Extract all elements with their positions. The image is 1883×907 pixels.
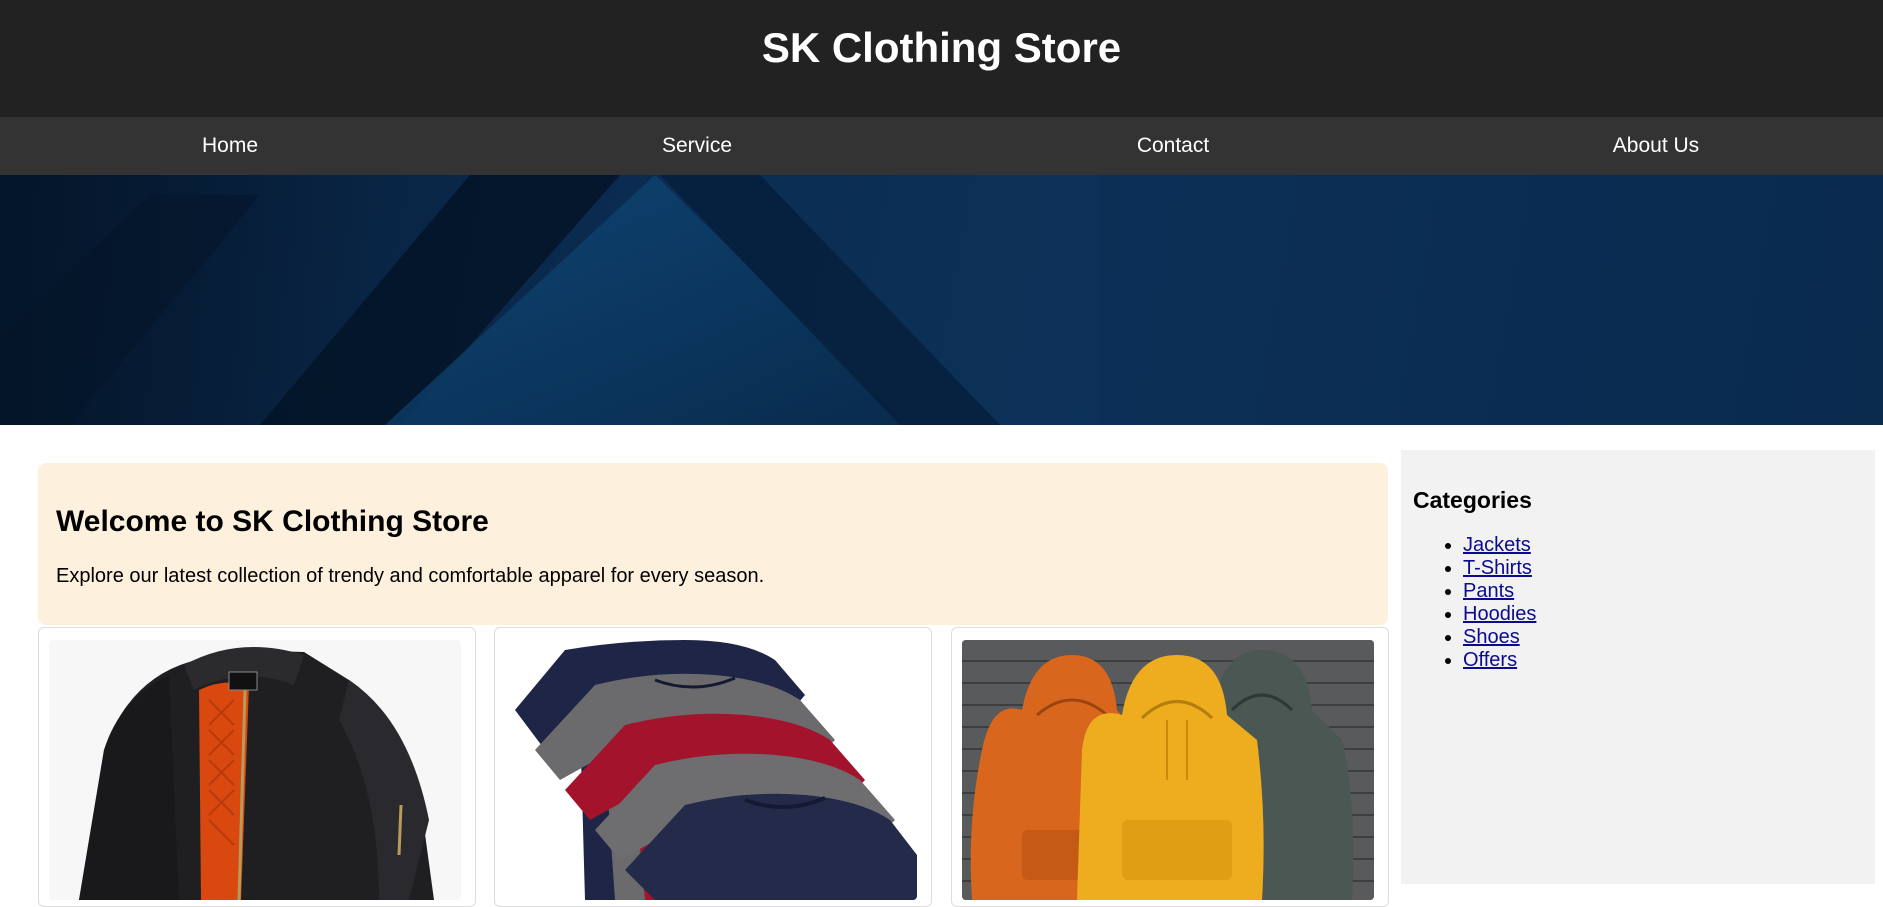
category-link-tshirts[interactable]: T-Shirts — [1463, 557, 1532, 579]
category-link-jackets[interactable]: Jackets — [1463, 534, 1531, 556]
list-item: T-Shirts — [1463, 557, 1536, 580]
hoodies-image — [962, 640, 1374, 900]
product-card-jackets[interactable] — [38, 627, 476, 907]
category-link-shoes[interactable]: Shoes — [1463, 626, 1520, 648]
store-title: SK Clothing Store — [761, 24, 1122, 71]
nav-home-link[interactable]: Home — [202, 117, 258, 175]
nav-about-us-link[interactable]: About Us — [1613, 117, 1699, 175]
category-link-pants[interactable]: Pants — [1463, 580, 1514, 602]
banner-background-graphic — [0, 175, 1883, 425]
main-nav: Home Service Contact About Us — [0, 117, 1883, 175]
list-item: Jackets — [1463, 534, 1536, 557]
product-card-tshirts[interactable] — [494, 627, 932, 907]
site-header: SK Clothing Store — [0, 0, 1883, 117]
jacket-image — [49, 640, 461, 900]
product-card-hoodies[interactable] — [951, 627, 1389, 907]
welcome-heading: Welcome to SK Clothing Store — [56, 505, 489, 538]
list-item: Shoes — [1463, 626, 1536, 649]
categories-heading: Categories — [1413, 487, 1532, 513]
tshirts-image — [505, 640, 917, 900]
welcome-section: Welcome to SK Clothing Store Explore our… — [38, 463, 1388, 625]
nav-service-link[interactable]: Service — [662, 117, 732, 175]
hero-banner — [0, 175, 1883, 425]
categories-sidebar: Categories Jackets T-Shirts Pants Hoodie… — [1401, 450, 1875, 884]
nav-contact-link[interactable]: Contact — [1137, 117, 1209, 175]
list-item: Offers — [1463, 649, 1536, 672]
categories-list: Jackets T-Shirts Pants Hoodies Shoes Off… — [1463, 534, 1536, 672]
list-item: Hoodies — [1463, 603, 1536, 626]
category-link-offers[interactable]: Offers — [1463, 649, 1517, 671]
category-link-hoodies[interactable]: Hoodies — [1463, 603, 1536, 625]
welcome-text: Explore our latest collection of trendy … — [56, 565, 765, 587]
list-item: Pants — [1463, 580, 1536, 603]
